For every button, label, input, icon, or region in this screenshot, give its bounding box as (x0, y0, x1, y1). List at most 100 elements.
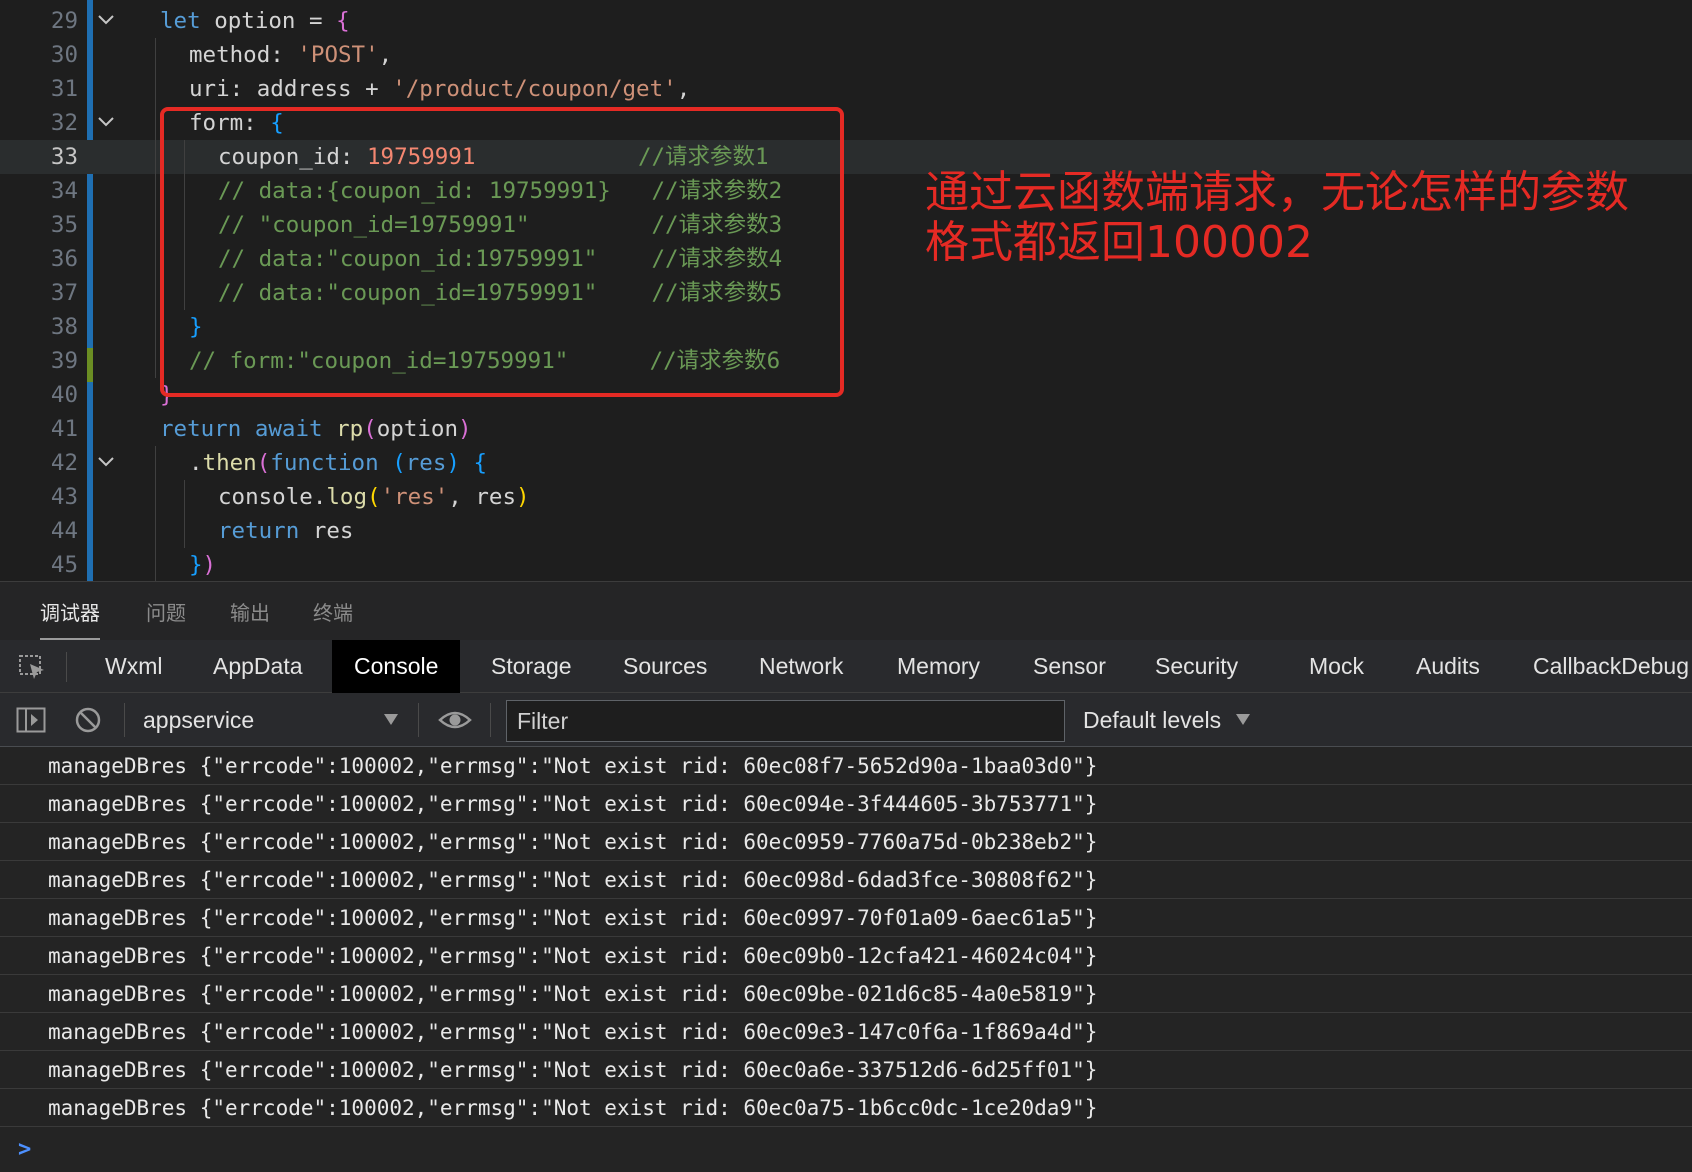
sidebar-toggle-icon[interactable] (16, 707, 46, 733)
console-log-row: manageDBres {"errcode":100002,"errmsg":"… (0, 975, 1692, 1013)
console-log-row: manageDBres {"errcode":100002,"errmsg":"… (0, 785, 1692, 823)
indent-guide (155, 174, 156, 208)
console-log-row: manageDBres {"errcode":100002,"errmsg":"… (0, 1013, 1692, 1051)
code-line[interactable]: 45}) (0, 548, 1692, 581)
filter-input[interactable] (506, 700, 1065, 742)
line-number: 44 (50, 518, 78, 544)
clear-console-icon[interactable] (74, 706, 102, 734)
tab-console[interactable]: Console (332, 640, 461, 693)
indent-guide (155, 310, 156, 344)
context-selector[interactable]: appservice (143, 693, 254, 747)
tab-callbackdebug[interactable]: CallbackDebug (1511, 640, 1692, 693)
chevron-down-icon[interactable] (384, 714, 398, 725)
line-number: 45 (50, 552, 78, 578)
log-message: manageDBres {"errcode":100002,"errmsg":"… (48, 982, 1098, 1006)
line-number: 36 (50, 246, 78, 272)
console-log-row: manageDBres {"errcode":100002,"errmsg":"… (0, 747, 1692, 785)
indent-guide (155, 106, 156, 140)
tab-output[interactable]: 输出 (230, 582, 270, 641)
console-log-row: manageDBres {"errcode":100002,"errmsg":"… (0, 861, 1692, 899)
code-text: .then(function (res) { (189, 450, 488, 476)
line-number: 32 (50, 110, 78, 136)
eye-icon[interactable] (438, 707, 472, 733)
line-number: 38 (50, 314, 78, 340)
tab-wxml[interactable]: Wxml (83, 640, 184, 693)
code-line[interactable]: 43 console.log('res', res) (0, 480, 1692, 514)
tab-sources[interactable]: Sources (601, 640, 729, 693)
console-log-row: manageDBres {"errcode":100002,"errmsg":"… (0, 1051, 1692, 1089)
tab-sensor[interactable]: Sensor (1011, 640, 1128, 693)
annotation-text: 通过云函数端请求，无论怎样的参数 格式都返回100002 (925, 168, 1685, 268)
log-message: manageDBres {"errcode":100002,"errmsg":"… (48, 906, 1098, 930)
indent-guide (155, 446, 156, 480)
indent-guide (184, 514, 185, 548)
tab-network[interactable]: Network (737, 640, 865, 693)
log-message: manageDBres {"errcode":100002,"errmsg":"… (48, 1020, 1098, 1044)
tab-audits[interactable]: Audits (1394, 640, 1502, 693)
code-line[interactable]: 29 let option = { (0, 4, 1692, 38)
console-log-row: manageDBres {"errcode":100002,"errmsg":"… (0, 937, 1692, 975)
log-levels-dropdown[interactable]: Default levels (1083, 693, 1221, 747)
log-message: manageDBres {"errcode":100002,"errmsg":"… (48, 868, 1098, 892)
code-text: console.log('res', res) (218, 484, 530, 510)
toolbar-divider (418, 703, 419, 737)
code-text: return await rp(option) (160, 416, 472, 442)
annotation-line-2: 格式都返回100002 (925, 217, 1313, 268)
toolbar-divider (490, 703, 491, 737)
log-message: manageDBres {"errcode":100002,"errmsg":"… (48, 792, 1098, 816)
tab-storage[interactable]: Storage (469, 640, 594, 693)
code-text: uri: address + '/product/coupon/get', (189, 76, 691, 102)
indent-guide (155, 208, 156, 242)
line-number: 43 (50, 484, 78, 510)
indent-guide (155, 38, 156, 72)
indent-guide (155, 72, 156, 106)
console-log-row: manageDBres {"errcode":100002,"errmsg":"… (0, 823, 1692, 861)
code-text: let option = { (160, 8, 350, 34)
tab-terminal[interactable]: 终端 (313, 582, 353, 641)
fold-chevron-icon[interactable] (95, 446, 117, 480)
code-line[interactable]: 30 method: 'POST', (0, 38, 1692, 72)
line-number: 29 (50, 8, 78, 34)
console-log-row: manageDBres {"errcode":100002,"errmsg":"… (0, 899, 1692, 937)
log-message: manageDBres {"errcode":100002,"errmsg":"… (48, 830, 1098, 854)
inspect-element-icon[interactable] (18, 654, 46, 680)
code-line[interactable]: 41 return await rp(option) (0, 412, 1692, 446)
tab-security[interactable]: Security (1133, 640, 1260, 693)
code-line[interactable]: 42 .then(function (res) { (0, 446, 1692, 480)
tab-appdata[interactable]: AppData (191, 640, 325, 693)
line-number: 35 (50, 212, 78, 238)
line-number: 33 (50, 144, 78, 170)
fold-chevron-icon[interactable] (95, 106, 117, 140)
tab-mock[interactable]: Mock (1287, 640, 1386, 693)
console-output[interactable]: manageDBres {"errcode":100002,"errmsg":"… (0, 747, 1692, 1172)
code-line[interactable]: 31 uri: address + '/product/coupon/get', (0, 72, 1692, 106)
code-editor[interactable]: 29 let option = { 30 method: 'POST', 31 uri: … (0, 0, 1692, 581)
line-number: 40 (50, 382, 78, 408)
line-number: 39 (50, 348, 78, 374)
indent-guide (155, 480, 156, 514)
indent-guide (155, 140, 156, 174)
log-message: manageDBres {"errcode":100002,"errmsg":"… (48, 944, 1098, 968)
tab-memory[interactable]: Memory (875, 640, 1002, 693)
toolbar-divider (124, 703, 125, 737)
tab-debugger[interactable]: 调试器 (40, 582, 100, 641)
line-number: 31 (50, 76, 78, 102)
devtools-tab-bar: Wxml AppData Console Storage Sources Net… (0, 640, 1692, 693)
line-number: 37 (50, 280, 78, 306)
log-message: manageDBres {"errcode":100002,"errmsg":"… (48, 1096, 1098, 1120)
console-prompt[interactable]: > (18, 1137, 31, 1162)
log-message: manageDBres {"errcode":100002,"errmsg":"… (48, 754, 1098, 778)
line-number: 30 (50, 42, 78, 68)
console-toolbar: appservice Default levels (0, 693, 1692, 747)
code-line[interactable]: 44 return res (0, 514, 1692, 548)
fold-chevron-icon[interactable] (95, 4, 117, 38)
code-text: method: 'POST', (189, 42, 393, 68)
line-number: 41 (50, 416, 78, 442)
highlight-box (160, 107, 844, 397)
indent-guide (184, 480, 185, 514)
line-number: 42 (50, 450, 78, 476)
indent-guide (155, 344, 156, 378)
tab-problems[interactable]: 问题 (146, 582, 186, 641)
chevron-down-icon[interactable] (1236, 714, 1250, 725)
indent-guide (155, 548, 156, 581)
